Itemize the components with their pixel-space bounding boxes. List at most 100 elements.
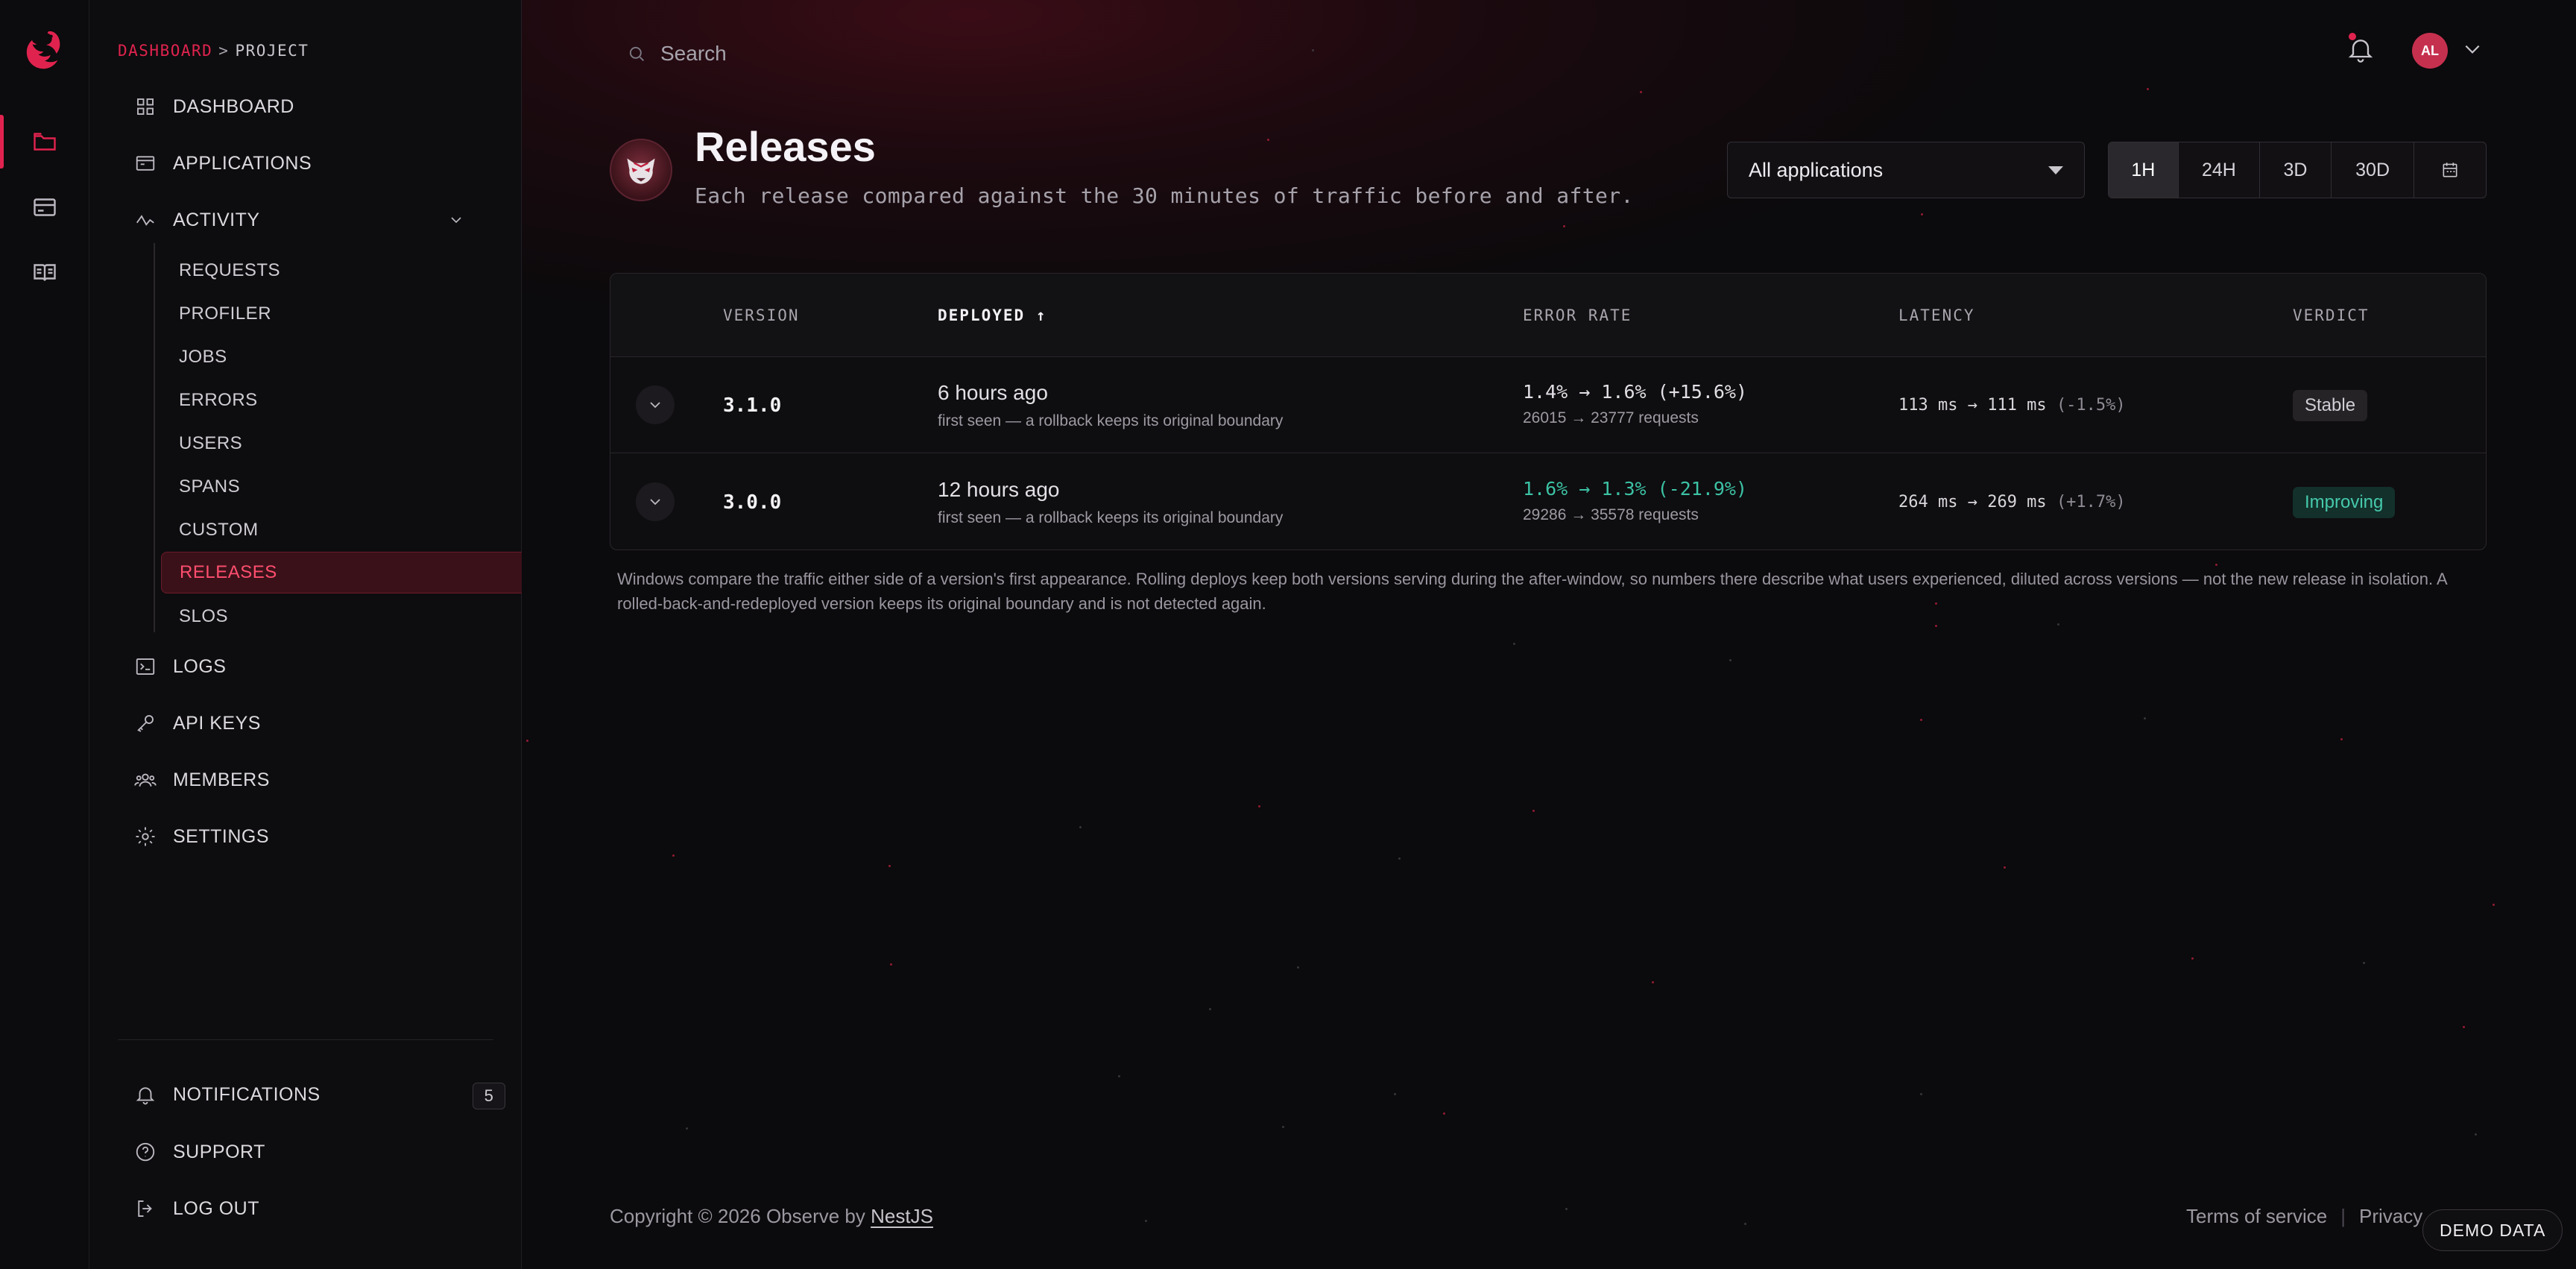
nav-support[interactable]: SUPPORT <box>134 1134 265 1170</box>
time-range-selector: 1H 24H 3D 30D <box>2108 142 2487 198</box>
chevron-down-icon[interactable] <box>2463 42 2482 57</box>
sub-item-custom[interactable]: CUSTOM <box>179 511 492 549</box>
breadcrumb: DASHBOARD > PROJECT <box>118 42 309 60</box>
nav-settings[interactable]: SETTINGS <box>134 819 269 854</box>
releases-mascot-icon <box>610 139 672 201</box>
deployed-note: first seen — a rollback keeps its origin… <box>938 412 1284 429</box>
chevron-down-icon <box>650 499 660 506</box>
terms-link[interactable]: Terms of service <box>2186 1205 2327 1228</box>
column-latency[interactable]: LATENCY <box>1898 306 1975 324</box>
sub-item-users[interactable]: USERS <box>179 425 492 462</box>
expand-row-button[interactable] <box>636 385 675 424</box>
demo-data-badge[interactable]: DEMO DATA <box>2422 1209 2563 1251</box>
nav-applications-label: APPLICATIONS <box>173 152 312 174</box>
range-24h[interactable]: 24H <box>2179 142 2261 198</box>
nav-members[interactable]: MEMBERS <box>134 762 270 798</box>
deployed-time: 12 hours ago <box>938 478 1060 501</box>
nestjs-logo-icon[interactable] <box>22 27 69 73</box>
bell-icon <box>136 1087 155 1105</box>
footer-separator: | <box>2340 1205 2346 1227</box>
sub-item-errors[interactable]: ERRORS <box>179 382 492 419</box>
window-icon <box>136 156 155 171</box>
sub-item-profiler[interactable]: PROFILER <box>179 295 492 333</box>
releases-table: VERSION DEPLOYED ↑ ERROR RATE LATENCY VE… <box>610 273 2487 550</box>
breadcrumb-root[interactable]: DASHBOARD <box>118 42 212 60</box>
request-counts: 29286 → 35578 requests <box>1523 506 1699 523</box>
nav-logout-label: LOG OUT <box>173 1197 260 1219</box>
application-select-value: All applications <box>1749 158 1884 181</box>
latency-change: 264 ms → 269 ms (+1.7%) <box>1898 493 2126 511</box>
release-version: 3.1.0 <box>723 394 782 417</box>
folder-icon <box>34 133 56 151</box>
sub-item-jobs[interactable]: JOBS <box>179 338 492 376</box>
sub-item-spans[interactable]: SPANS <box>179 468 492 506</box>
sub-item-releases[interactable]: RELEASES <box>161 552 583 593</box>
notifications-button[interactable] <box>2346 33 2375 66</box>
grid-icon <box>137 98 154 115</box>
verdict-badge: Improving <box>2293 487 2396 518</box>
expand-row-button[interactable] <box>636 482 675 521</box>
nav-activity-label: ACTIVITY <box>173 209 260 230</box>
caret-down-icon <box>2048 166 2063 174</box>
activity-tree-line <box>154 243 155 632</box>
table-row[interactable]: 3.1.0 6 hours ago first seen — a rollbac… <box>610 357 2486 453</box>
table-header: VERSION DEPLOYED ↑ ERROR RATE LATENCY VE… <box>610 274 2486 357</box>
range-1h[interactable]: 1H <box>2109 142 2179 198</box>
sub-item-slos[interactable]: SLOS <box>179 598 492 635</box>
nav-notifications[interactable]: NOTIFICATIONS 5 <box>134 1077 522 1112</box>
search-input[interactable]: Search <box>660 42 727 66</box>
table-row[interactable]: 3.0.0 12 hours ago first seen — a rollba… <box>610 454 2486 550</box>
column-verdict[interactable]: VERDICT <box>2293 306 2370 324</box>
breadcrumb-separator: > <box>218 42 230 60</box>
latency-delta: (+1.7%) <box>2056 493 2126 511</box>
nav-api-keys[interactable]: API KEYS <box>134 705 261 741</box>
main-content: Search AL Releases Each release compared… <box>522 0 2576 1269</box>
custom-range-button[interactable] <box>2414 142 2486 198</box>
range-3d[interactable]: 3D <box>2260 142 2332 198</box>
range-30d[interactable]: 30D <box>2332 142 2415 198</box>
search-box[interactable]: Search <box>626 42 727 66</box>
column-version[interactable]: VERSION <box>723 306 800 324</box>
search-icon <box>629 46 644 61</box>
key-icon <box>137 715 154 732</box>
notifications-count-badge: 5 <box>473 1083 505 1109</box>
nav-api-keys-label: API KEYS <box>173 712 261 734</box>
error-rate-change: 1.4% → 1.6% (+15.6%) <box>1523 381 1748 403</box>
column-error-rate[interactable]: ERROR RATE <box>1523 306 1632 324</box>
latency-change: 113 ms → 111 ms (-1.5%) <box>1898 396 2126 415</box>
sort-ascending-icon: ↑ <box>1035 306 1047 324</box>
gear-icon <box>136 827 155 846</box>
column-deployed[interactable]: DEPLOYED ↑ <box>938 306 1046 324</box>
nav-members-label: MEMBERS <box>173 769 270 790</box>
sidebar-divider <box>118 1039 493 1040</box>
latency-values: 113 ms → 111 ms <box>1898 396 2047 415</box>
release-version: 3.0.0 <box>723 491 782 514</box>
nestjs-link[interactable]: NestJS <box>871 1205 933 1227</box>
icon-rail <box>0 0 89 1269</box>
column-deployed-label: DEPLOYED <box>938 306 1026 324</box>
nav-applications[interactable]: APPLICATIONS <box>134 145 312 181</box>
activity-icon <box>136 215 154 226</box>
application-select[interactable]: All applications <box>1727 142 2085 198</box>
nav-notifications-label: NOTIFICATIONS <box>173 1083 321 1105</box>
users-icon <box>134 773 157 787</box>
nav-logout[interactable]: LOG OUT <box>134 1191 259 1227</box>
help-circle-icon <box>136 1142 155 1162</box>
error-rate-change: 1.6% → 1.3% (-21.9%) <box>1523 478 1748 500</box>
rail-billing-button[interactable] <box>0 177 89 237</box>
rail-docs-button[interactable] <box>0 243 89 303</box>
nav-dashboard-label: DASHBOARD <box>173 95 294 117</box>
footer-copyright: Copyright © 2026 Observe by NestJS <box>610 1205 933 1228</box>
nav-activity[interactable]: ACTIVITY <box>134 202 566 238</box>
nav-support-label: SUPPORT <box>173 1141 265 1162</box>
user-avatar[interactable]: AL <box>2412 33 2448 69</box>
privacy-link[interactable]: Privacy <box>2359 1205 2422 1228</box>
page-subtitle: Each release compared against the 30 min… <box>695 183 1634 208</box>
chevron-down-icon[interactable] <box>447 211 465 229</box>
nav-dashboard[interactable]: DASHBOARD <box>134 89 294 125</box>
nav-logs[interactable]: LOGS <box>134 649 226 684</box>
rail-projects-button[interactable] <box>0 112 89 171</box>
logout-icon <box>138 1200 152 1217</box>
sub-item-requests[interactable]: REQUESTS <box>179 252 492 289</box>
latency-values: 264 ms → 269 ms <box>1898 493 2047 511</box>
